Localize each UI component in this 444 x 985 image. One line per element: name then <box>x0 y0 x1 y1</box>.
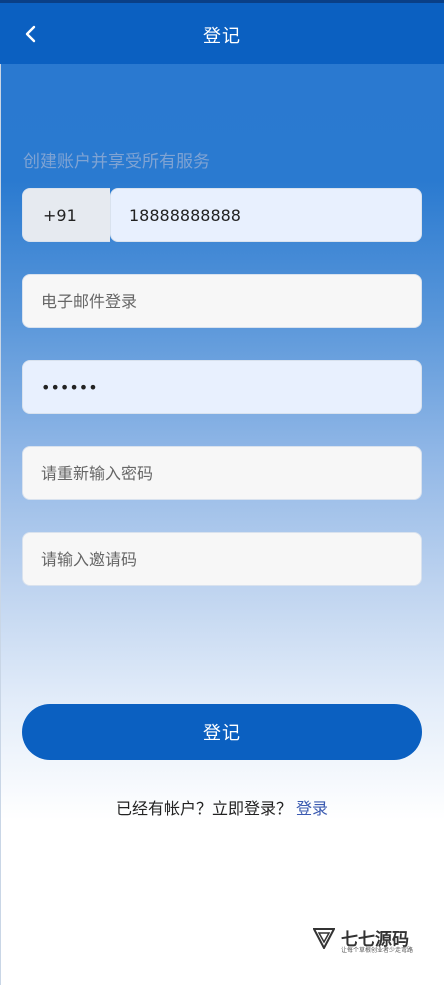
login-prompt-row: 已经有帐户？立即登录？ 登录 <box>0 795 444 819</box>
confirm-password-input[interactable] <box>22 446 422 500</box>
form-subtitle: 创建账户并享受所有服务 <box>23 152 210 172</box>
frame-edge <box>0 0 1 985</box>
triangle-logo-icon <box>313 928 335 949</box>
invite-code-input[interactable] <box>22 532 422 586</box>
header-bar: 登记 <box>0 0 444 64</box>
login-link[interactable]: 登录 <box>296 799 328 818</box>
login-prompt-text: 已经有帐户？立即登录？ <box>115 799 292 818</box>
password-input[interactable] <box>22 360 422 414</box>
watermark-logo: 七七源码 让每个草根创业者少走弯路 <box>313 925 417 955</box>
email-input[interactable] <box>22 274 422 328</box>
phone-input[interactable] <box>110 188 422 242</box>
watermark-tagline: 让每个草根创业者少走弯路 <box>341 947 414 954</box>
country-code-selector[interactable]: +91 <box>22 188 110 242</box>
register-button[interactable]: 登记 <box>22 704 422 760</box>
page-title: 登记 <box>203 26 241 47</box>
